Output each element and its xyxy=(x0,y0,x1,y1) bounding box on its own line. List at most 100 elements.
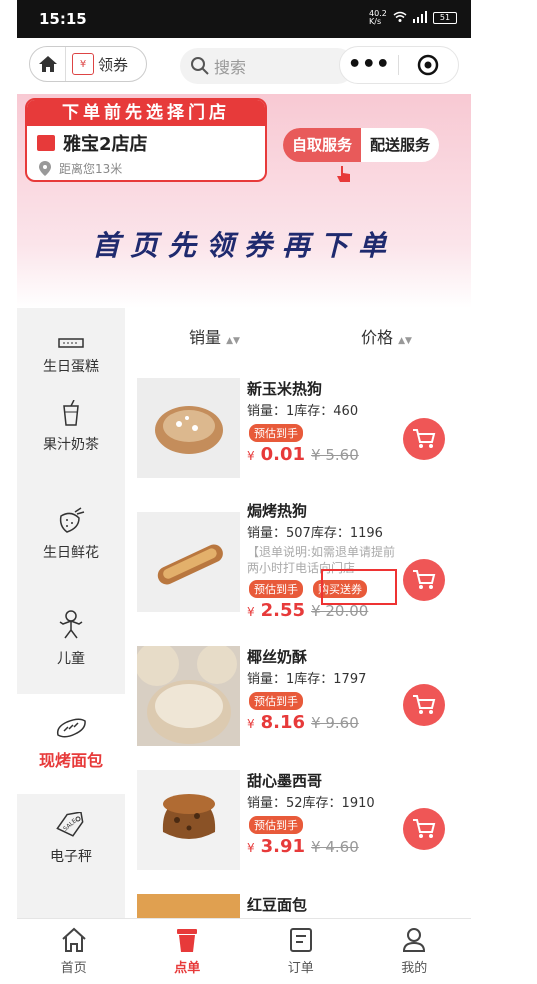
self-pickup-button[interactable]: 自取服务 xyxy=(283,128,362,162)
product-tags: 预估到手 xyxy=(249,692,303,710)
category-bread[interactable]: 现烤面包 xyxy=(17,694,125,794)
category-flower[interactable]: 生日鲜花 xyxy=(17,506,125,576)
add-to-cart-button[interactable] xyxy=(403,808,445,850)
category-kids[interactable]: 儿童 xyxy=(17,610,125,680)
signal-icon xyxy=(413,10,427,26)
coupon-button[interactable]: ¥ 领券 xyxy=(66,53,128,75)
add-to-cart-button[interactable] xyxy=(403,559,445,601)
tab-order-food[interactable]: 点单 xyxy=(131,919,245,984)
sort-price-label: 价格 xyxy=(361,328,394,347)
store-card-header: 下单前先选择门店 xyxy=(27,100,265,126)
coupon-label: 领券 xyxy=(98,55,129,74)
sort-by-price[interactable]: 价格 ▲▼ xyxy=(361,324,412,348)
estimate-tag: 预估到手 xyxy=(249,692,303,710)
product-item[interactable]: 焗烤热狗 销量：507库存：1196 【退单说明:如需退单请提前两小时打电话向门… xyxy=(137,500,471,630)
product-tags: 预估到手 xyxy=(249,424,303,442)
product-item[interactable]: 椰丝奶酥 销量：1库存：1797 预估到手 ¥8.16 ¥ 9.60 xyxy=(135,642,471,756)
tab-label: 我的 xyxy=(401,961,428,976)
product-image xyxy=(137,894,240,918)
promo-banner: 下单前先选择门店 雅宝2店店 距离您13米 自取服务 配送服务 首页先领券再下单 xyxy=(17,94,471,308)
category-label: 生日蛋糕 xyxy=(43,359,99,375)
status-time: 15:15 xyxy=(39,10,87,28)
product-sales-stock: 销量：507库存：1196 xyxy=(247,526,383,541)
tab-home[interactable]: 首页 xyxy=(17,919,131,984)
product-image xyxy=(137,770,240,870)
sort-arrows-icon: ▲▼ xyxy=(226,336,240,346)
sort-arrows-icon: ▲▼ xyxy=(398,336,412,346)
product-sales-stock: 销量：1库存：460 xyxy=(247,404,359,419)
status-indicators: 40.2 K/s 51 xyxy=(369,10,457,26)
search-icon xyxy=(191,57,209,75)
banner-slogan: 首页先领券再下单 xyxy=(91,229,396,262)
category-drink[interactable]: 果汁奶茶 xyxy=(17,400,125,470)
add-to-cart-button[interactable] xyxy=(403,418,445,460)
store-name: 雅宝2店店 xyxy=(63,134,148,155)
current-price: 2.55 xyxy=(260,600,306,621)
drink-icon xyxy=(63,400,79,426)
cup-icon xyxy=(177,929,198,952)
product-item[interactable]: 红豆面包 xyxy=(137,894,471,918)
product-price: ¥2.55 ¥ 20.00 xyxy=(247,600,368,621)
sort-by-sales[interactable]: 销量 ▲▼ xyxy=(189,324,240,348)
product-sales-stock: 销量：1库存：1797 xyxy=(247,672,367,687)
profile-icon xyxy=(403,928,426,952)
cart-icon xyxy=(413,695,436,714)
delivery-button[interactable]: 配送服务 xyxy=(361,128,439,162)
cart-icon xyxy=(413,570,436,589)
currency-symbol: ¥ xyxy=(247,605,255,619)
more-dots-icon[interactable]: ••• xyxy=(340,54,398,76)
strawberry-icon xyxy=(59,507,85,533)
network-speed: 40.2 K/s xyxy=(369,9,387,26)
status-bar: 15:15 40.2 K/s 51 xyxy=(17,0,471,38)
service-toggle: 自取服务 配送服务 xyxy=(283,128,440,162)
category-label: 生日鲜花 xyxy=(43,545,99,561)
currency-symbol: ¥ xyxy=(247,841,255,855)
store-distance-row: 距离您13米 xyxy=(27,160,265,177)
add-to-cart-button[interactable] xyxy=(403,684,445,726)
original-price: ¥ 4.60 xyxy=(311,838,359,856)
product-tags: 预估到手 xyxy=(249,816,303,834)
sort-bar: 销量 ▲▼ 价格 ▲▼ xyxy=(137,318,471,354)
category-label: 现烤面包 xyxy=(38,751,103,770)
mini-program-capsule: ••• xyxy=(339,46,459,84)
estimate-tag: 预估到手 xyxy=(249,816,303,834)
battery-icon: 51 xyxy=(433,12,457,24)
product-item[interactable]: 甜心墨西哥 销量：52库存：1910 预估到手 ¥3.91 ¥ 4.60 xyxy=(137,770,471,880)
bottom-tab-bar: 首页 点单 订单 我的 xyxy=(17,918,471,984)
home-button[interactable] xyxy=(30,47,66,81)
tab-profile[interactable]: 我的 xyxy=(358,919,472,984)
current-price: 8.16 xyxy=(260,712,306,733)
home-icon xyxy=(62,927,86,952)
coupon-icon: ¥ xyxy=(72,53,94,75)
product-price: ¥8.16 ¥ 9.60 xyxy=(247,712,359,733)
category-scale[interactable]: SALE 电子秤 xyxy=(17,812,125,882)
product-image xyxy=(137,512,240,612)
currency-symbol: ¥ xyxy=(247,449,255,463)
category-label: 电子秤 xyxy=(50,849,92,865)
phone-screen: 15:15 40.2 K/s 51 ¥ 领券 搜索 ••• 下单前先选择门店 雅… xyxy=(17,0,471,984)
pointing-hand-icon xyxy=(337,166,350,182)
product-name: 新玉米热狗 xyxy=(247,380,323,398)
category-label: 儿童 xyxy=(57,651,85,667)
product-name: 椰丝奶酥 xyxy=(247,648,308,666)
search-input[interactable]: 搜索 xyxy=(180,48,355,84)
original-price: ¥ 5.60 xyxy=(311,446,359,464)
estimate-tag: 预估到手 xyxy=(249,580,303,598)
product-image xyxy=(137,378,240,478)
search-placeholder: 搜索 xyxy=(214,58,247,77)
store-logo-icon xyxy=(37,135,55,151)
cart-icon xyxy=(413,429,436,448)
product-sales-stock: 销量：52库存：1910 xyxy=(247,796,375,811)
home-coupon-pill: ¥ 领券 xyxy=(29,46,147,82)
category-cake[interactable]: 生日蛋糕 xyxy=(17,308,125,394)
tab-label: 首页 xyxy=(60,961,87,976)
estimate-tag: 预估到手 xyxy=(249,424,303,442)
tab-orders[interactable]: 订单 xyxy=(244,919,358,984)
product-name: 甜心墨西哥 xyxy=(247,772,323,790)
product-item[interactable]: 新玉米热狗 销量：1库存：460 预估到手 ¥0.01 ¥ 5.60 xyxy=(137,378,471,488)
store-card[interactable]: 下单前先选择门店 雅宝2店店 距离您13米 xyxy=(25,98,267,182)
product-price: ¥3.91 ¥ 4.60 xyxy=(247,836,359,857)
location-pin-icon xyxy=(39,161,51,176)
close-target-button[interactable] xyxy=(399,54,459,76)
store-distance: 距离您13米 xyxy=(59,162,123,176)
